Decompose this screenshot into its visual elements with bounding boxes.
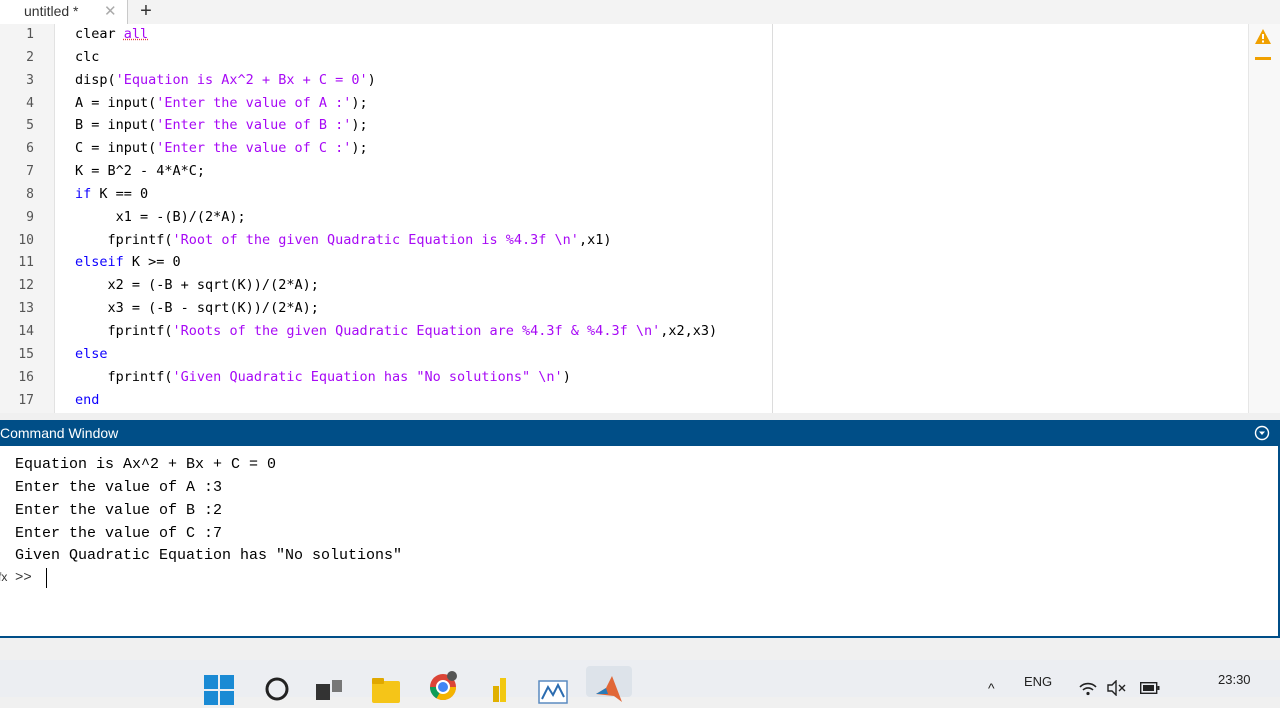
- code-string: 'Enter the value of C :': [156, 140, 352, 156]
- line-number: 3: [26, 73, 34, 88]
- line-number: 15: [18, 347, 34, 362]
- warning-marker[interactable]: [1255, 57, 1271, 60]
- code-keyword: elseif: [75, 254, 124, 270]
- code-text: C = input(: [75, 140, 157, 156]
- code-line[interactable]: clear all: [75, 26, 148, 42]
- line-number: 16: [18, 370, 34, 385]
- output-line: Given Quadratic Equation has "No solutio…: [15, 547, 403, 564]
- close-icon[interactable]: ✕: [104, 2, 117, 20]
- code-text: );: [351, 95, 368, 111]
- output-line: Enter the value of B :2: [15, 502, 223, 519]
- code-line[interactable]: elseif K >= 0: [75, 254, 181, 270]
- line-number: 17: [18, 393, 34, 408]
- code-line[interactable]: C = input('Enter the value of C :');: [75, 140, 368, 156]
- code-keyword: if: [75, 186, 92, 202]
- code-text: fprintf(: [75, 323, 173, 339]
- warning-icon[interactable]: [1254, 28, 1272, 46]
- tab-untitled[interactable]: untitled * ✕: [0, 0, 128, 24]
- code-text: A = input(: [75, 95, 157, 111]
- code-line[interactable]: end: [75, 392, 99, 408]
- code-line[interactable]: x3 = (-B - sqrt(K))/(2*A);: [75, 300, 319, 316]
- line-number: 8: [26, 187, 34, 202]
- line-number: 5: [26, 118, 34, 133]
- code-line[interactable]: clc: [75, 49, 99, 65]
- code-text: ): [367, 72, 376, 88]
- output-line: Enter the value of C :7: [15, 525, 223, 542]
- right-margin-line: [772, 24, 773, 413]
- code-line[interactable]: else: [75, 346, 108, 362]
- code-text: disp(: [75, 72, 116, 88]
- panel-menu-icon[interactable]: [1254, 425, 1270, 441]
- output-line: Equation is Ax^2 + Bx + C = 0: [15, 456, 277, 473]
- code-line[interactable]: A = input('Enter the value of A :');: [75, 95, 368, 111]
- code-text: fprintf(: [75, 369, 173, 385]
- line-number: 6: [26, 141, 34, 156]
- windows-start-icon[interactable]: [204, 675, 234, 705]
- volume-icon[interactable]: [1106, 680, 1128, 696]
- language-indicator[interactable]: ENG: [1024, 674, 1052, 689]
- code-text: K == 0: [91, 186, 149, 202]
- line-number: 7: [26, 164, 34, 179]
- code-line[interactable]: x1 = -(B)/(2*A);: [75, 209, 246, 225]
- matlab-icon[interactable]: [594, 674, 624, 704]
- code-line[interactable]: fprintf('Roots of the given Quadratic Eq…: [75, 323, 718, 339]
- line-number: 12: [18, 278, 34, 293]
- code-line[interactable]: K = B^2 - 4*A*C;: [75, 163, 205, 179]
- command-window[interactable]: Equation is Ax^2 + Bx + C = 0 Enter the …: [0, 446, 1280, 638]
- battery-icon[interactable]: [1140, 682, 1160, 694]
- line-number: 1: [26, 27, 34, 42]
- code-line[interactable]: disp('Equation is Ax^2 + Bx + C = 0'): [75, 72, 376, 88]
- command-window-title: Command Window: [0, 425, 119, 441]
- code-text: ,x1): [578, 232, 612, 248]
- code-keyword: all: [123, 26, 149, 42]
- code-text: ): [562, 369, 571, 385]
- text-cursor: [46, 568, 47, 588]
- wifi-icon[interactable]: [1078, 680, 1098, 696]
- file-explorer-icon[interactable]: [371, 675, 401, 705]
- editor-tab-bar: untitled * ✕ +: [0, 0, 1280, 25]
- code-text: fprintf(: [75, 232, 173, 248]
- code-text: B = input(: [75, 117, 157, 133]
- line-number: 14: [18, 324, 34, 339]
- code-line[interactable]: B = input('Enter the value of B :');: [75, 117, 368, 133]
- taskbar: ^ ENG 23:30: [0, 660, 1280, 705]
- task-view-icon[interactable]: [314, 678, 344, 708]
- chart-app-icon[interactable]: [538, 677, 568, 707]
- line-number: 10: [18, 233, 34, 248]
- code-text: ,x2,x3): [660, 323, 718, 339]
- line-number: 9: [26, 210, 34, 225]
- command-window-header: Command Window: [0, 420, 1280, 446]
- line-number: 13: [18, 301, 34, 316]
- code-line[interactable]: fprintf('Given Quadratic Equation has "N…: [75, 369, 571, 385]
- code-text: K >= 0: [123, 254, 181, 270]
- code-line[interactable]: x2 = (-B + sqrt(K))/(2*A);: [75, 277, 319, 293]
- code-line[interactable]: if K == 0: [75, 186, 148, 202]
- code-string: 'Equation is Ax^2 + Bx + C = 0': [115, 72, 368, 88]
- line-number: 11: [18, 255, 34, 270]
- code-string: 'Enter the value of A :': [156, 95, 352, 111]
- search-icon[interactable]: [263, 675, 293, 705]
- code-editor[interactable]: 1 2 3 4 5 6 7 8 9 10 11 12 13 14 15 16 1…: [0, 24, 1280, 413]
- code-text: clear: [75, 26, 124, 42]
- code-text: );: [351, 117, 368, 133]
- chrome-icon[interactable]: [428, 670, 458, 700]
- code-string: 'Roots of the given Quadratic Equation a…: [172, 323, 661, 339]
- command-prompt: >>: [15, 570, 32, 586]
- line-number: 2: [26, 50, 34, 65]
- code-string: 'Root of the given Quadratic Equation is…: [172, 232, 579, 248]
- tray-overflow-chevron[interactable]: ^: [988, 680, 995, 696]
- line-number-gutter: 1 2 3 4 5 6 7 8 9 10 11 12 13 14 15 16 1…: [0, 24, 55, 413]
- code-text: );: [351, 140, 368, 156]
- function-browser-icon[interactable]: fx: [0, 570, 7, 584]
- output-line: Enter the value of A :3: [15, 479, 223, 496]
- power-bi-icon[interactable]: [488, 674, 518, 704]
- line-number: 4: [26, 96, 34, 111]
- code-string: 'Given Quadratic Equation has "No soluti…: [172, 369, 563, 385]
- code-string: 'Enter the value of B :': [156, 117, 352, 133]
- code-analyzer-strip[interactable]: [1248, 24, 1280, 413]
- tab-title: untitled *: [24, 3, 79, 19]
- code-line[interactable]: fprintf('Root of the given Quadratic Equ…: [75, 232, 612, 248]
- clock-time[interactable]: 23:30: [1218, 672, 1251, 687]
- add-tab-button[interactable]: +: [132, 0, 160, 24]
